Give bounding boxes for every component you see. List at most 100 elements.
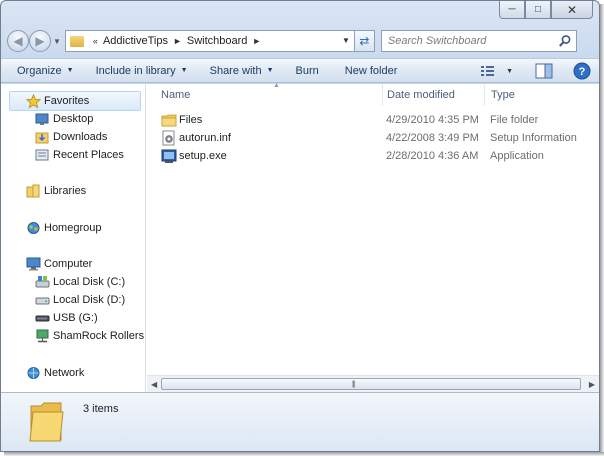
nav-favorites-label: Favorites [44,95,90,107]
burn-label: Burn [295,64,319,77]
minimize-icon: ─ [508,4,516,15]
close-button[interactable]: ✕ [551,1,593,19]
file-type: Setup Information [490,132,577,144]
refresh-button[interactable]: ⇄ [354,30,375,52]
nav-homegroup[interactable]: Homegroup [25,219,101,237]
main-area: Favorites Desktop Downloads Recent Place… [1,82,599,392]
item-count: 3 items [83,403,119,415]
nav-recent-places-label: Recent Places [53,149,124,161]
chevron-down-icon: ▼ [66,67,74,74]
breadcrumb-addictivetips[interactable]: AddictiveTips [103,35,168,47]
maximize-button[interactable]: □ [525,1,551,19]
overflow-chevron-icon[interactable]: « [93,36,98,46]
nav-recent-places[interactable]: Recent Places [34,146,124,164]
view-controls: ▼ ? [480,62,591,80]
new-folder-button[interactable]: New folder [337,65,406,77]
computer-icon [25,256,41,272]
forward-button[interactable]: ▶ [29,30,51,52]
libraries-icon [25,183,41,199]
column-header-type[interactable]: Type [485,84,595,106]
address-dropdown-icon[interactable]: ▼ [342,36,350,45]
nav-favorites[interactable]: Favorites [25,92,89,110]
back-button[interactable]: ◀ [7,30,29,52]
file-name: Files [179,114,203,126]
homegroup-icon [25,220,41,236]
recent-pages-dropdown[interactable]: ▼ [53,37,61,46]
burn-button[interactable]: Burn [288,65,327,77]
folder-icon [161,114,177,127]
search-placeholder: Search Switchboard [387,35,487,47]
minimize-button[interactable]: ─ [499,1,525,19]
scroll-left-icon[interactable]: ◀ [151,380,157,389]
new-folder-label: New folder [344,64,398,77]
file-name: autorun.inf [179,132,231,144]
usb-drive-icon [34,310,50,326]
help-icon[interactable]: ? [573,62,591,80]
file-row-setup[interactable]: setup.exe 2/28/2010 4:36 AM Application [159,147,589,165]
include-in-library-button[interactable]: Include in library ▼ [88,65,196,77]
nav-shamrock-rollers-label: ShamRock Rollers [53,330,145,342]
column-name-label: Name [161,89,191,101]
nav-usb-g-label: USB (G:) [53,312,98,324]
file-date: 2/28/2010 4:36 AM [386,150,479,162]
nav-local-disk-c[interactable]: Local Disk (C:) [34,273,125,291]
command-bar: Organize ▼ Include in library ▼ Share with… [1,58,599,83]
folder-icon [29,402,64,442]
share-with-button[interactable]: Share with ▼ [202,65,282,77]
search-input[interactable]: Search Switchboard [380,30,577,52]
refresh-icon: ⇄ [359,34,370,48]
file-name: setup.exe [179,150,227,162]
breadcrumb-separator-icon[interactable]: ► [252,36,261,46]
breadcrumb-switchboard[interactable]: Switchboard [187,35,248,47]
nav-usb-g[interactable]: USB (G:) [34,309,98,327]
folder-icon [69,35,84,47]
nav-local-disk-d[interactable]: Local Disk (D:) [34,291,125,309]
file-row-autorun[interactable]: autorun.inf 4/22/2008 3:49 PM Setup Info… [159,129,589,147]
nav-libraries-label: Libraries [44,185,87,197]
scrollbar-grip-icon: ||| [352,381,356,388]
nav-shamrock-rollers[interactable]: ShamRock Rollers [34,327,144,345]
file-date: 4/22/2008 3:49 PM [386,132,479,144]
nav-desktop[interactable]: Desktop [34,110,93,128]
window-shadow-right [600,4,604,456]
view-options-dropdown-icon[interactable]: ▼ [506,68,513,75]
explorer-window: ─ □ ✕ ◀ ▶ ▼ « AddictiveTips ► Switchboar… [0,0,600,452]
column-date-modified-label: Date modified [387,89,455,101]
nav-libraries[interactable]: Libraries [25,182,86,200]
nav-desktop-label: Desktop [53,113,94,125]
column-header-name[interactable]: Name ▲ [155,82,383,106]
horizontal-scrollbar[interactable]: ◀ ||| ▶ [147,375,599,392]
nav-local-disk-c-label: Local Disk (C:) [53,276,126,288]
forward-arrow-icon: ▶ [35,34,45,48]
chevron-down-icon: ▼ [180,67,188,74]
file-row-files[interactable]: Files 4/29/2010 4:35 PM File folder [159,111,589,129]
organize-button[interactable]: Organize ▼ [9,65,82,77]
preview-pane-icon[interactable] [535,63,553,79]
search-icon[interactable] [558,34,572,48]
recent-places-icon [34,147,50,163]
address-bar[interactable]: « AddictiveTips ► Switchboard ► ▼ [64,30,355,52]
back-arrow-icon: ◀ [13,34,23,48]
nav-downloads[interactable]: Downloads [34,128,107,146]
nav-downloads-label: Downloads [53,131,108,143]
desktop-icon [34,111,50,127]
nav-homegroup-label: Homegroup [44,222,102,234]
star-icon [25,93,41,109]
scrollbar-thumb[interactable]: ||| [161,378,581,390]
hard-drive-icon [34,292,50,308]
network-share-icon [34,328,50,344]
column-header-date-modified[interactable]: Date modified [381,84,485,106]
sort-ascending-icon: ▲ [273,82,280,89]
scroll-right-icon[interactable]: ▶ [589,380,595,389]
breadcrumb-separator-icon[interactable]: ► [173,36,182,46]
settings-file-icon [162,130,175,146]
include-in-library-label: Include in library [95,64,176,77]
share-with-label: Share with [209,64,262,77]
file-date: 4/29/2010 4:35 PM [386,114,479,126]
nav-network[interactable]: Network [25,364,84,382]
change-view-icon[interactable] [480,64,496,78]
nav-computer[interactable]: Computer [25,255,92,273]
nav-computer-label: Computer [44,258,93,270]
address-row: ◀ ▶ ▼ « AddictiveTips ► Switchboard ► ▼ … [7,29,593,53]
maximize-icon: □ [534,4,542,15]
